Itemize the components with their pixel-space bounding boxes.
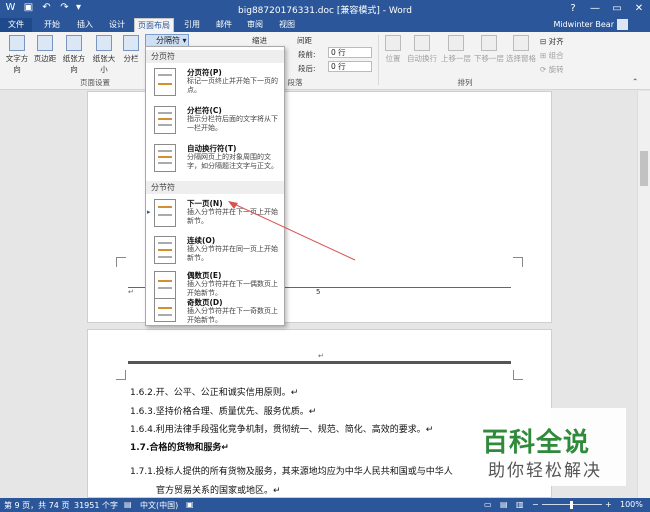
zoom-out-icon[interactable]: − xyxy=(532,500,539,509)
status-bar: 第 9 页，共 74 页 31951 个字 ▤ 中文(中国) ▣ ▭ ▤ ▥ −… xyxy=(0,498,650,512)
print-layout-icon[interactable]: ▤ xyxy=(500,500,508,509)
read-mode-icon[interactable]: ▭ xyxy=(484,500,492,509)
arrow-line xyxy=(231,202,356,261)
proofing-icon[interactable]: ▤ xyxy=(124,500,132,509)
macro-icon[interactable]: ▣ xyxy=(186,500,194,509)
page-count[interactable]: 第 9 页，共 74 页 xyxy=(4,500,69,511)
watermark-logo: 百科全说 助你轻松解决 xyxy=(468,408,626,486)
zoom-slider-thumb[interactable] xyxy=(570,501,573,509)
word-count[interactable]: 31951 个字 xyxy=(74,500,118,511)
watermark-title: 百科全说 xyxy=(482,428,591,458)
zoom-in-icon[interactable]: + xyxy=(605,500,612,509)
watermark-subtitle: 助你轻松解决 xyxy=(488,461,602,481)
web-layout-icon[interactable]: ▥ xyxy=(516,500,524,509)
language[interactable]: 中文(中国) xyxy=(140,500,178,511)
arrow-head xyxy=(228,201,238,209)
zoom-level[interactable]: 100% xyxy=(620,500,643,509)
